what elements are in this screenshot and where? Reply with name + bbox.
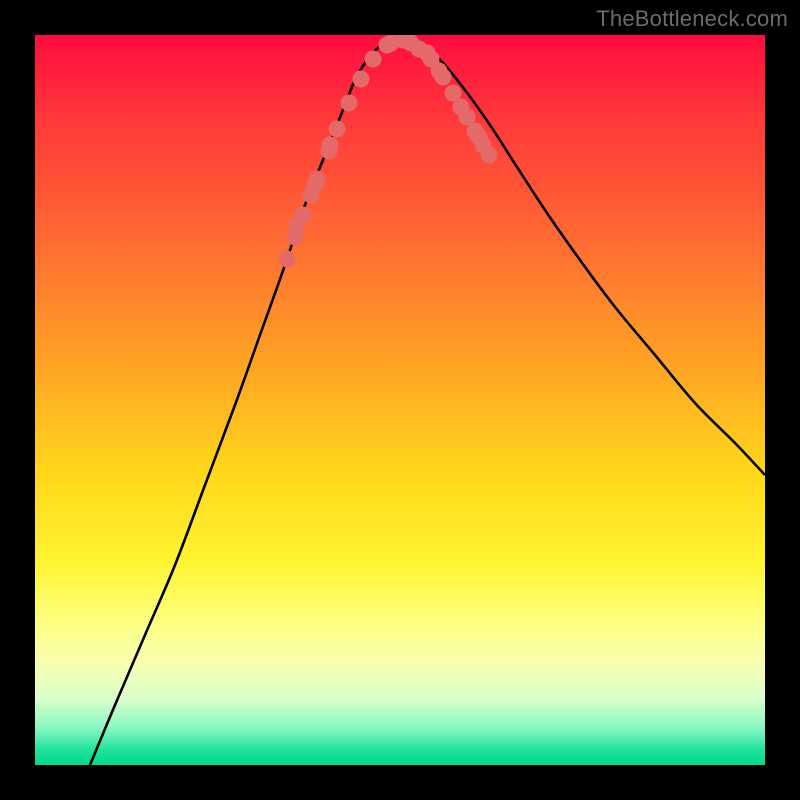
watermark-text: TheBottleneck.com bbox=[596, 6, 788, 32]
sample-dot bbox=[419, 45, 436, 62]
sample-dot bbox=[307, 177, 324, 194]
sample-dot bbox=[353, 71, 370, 88]
curve-layer bbox=[35, 35, 765, 765]
sample-dot bbox=[289, 217, 306, 234]
sample-dot bbox=[471, 129, 488, 146]
sample-dot bbox=[341, 95, 358, 112]
sample-dot bbox=[329, 121, 346, 138]
plot-area bbox=[35, 35, 765, 765]
sample-dot bbox=[365, 51, 382, 68]
bottleneck-curve bbox=[90, 39, 765, 765]
sample-dot bbox=[435, 69, 452, 86]
chart-frame: TheBottleneck.com bbox=[0, 0, 800, 800]
sample-dot bbox=[481, 147, 498, 164]
sample-dot bbox=[322, 137, 339, 154]
sample-dot bbox=[279, 251, 296, 268]
